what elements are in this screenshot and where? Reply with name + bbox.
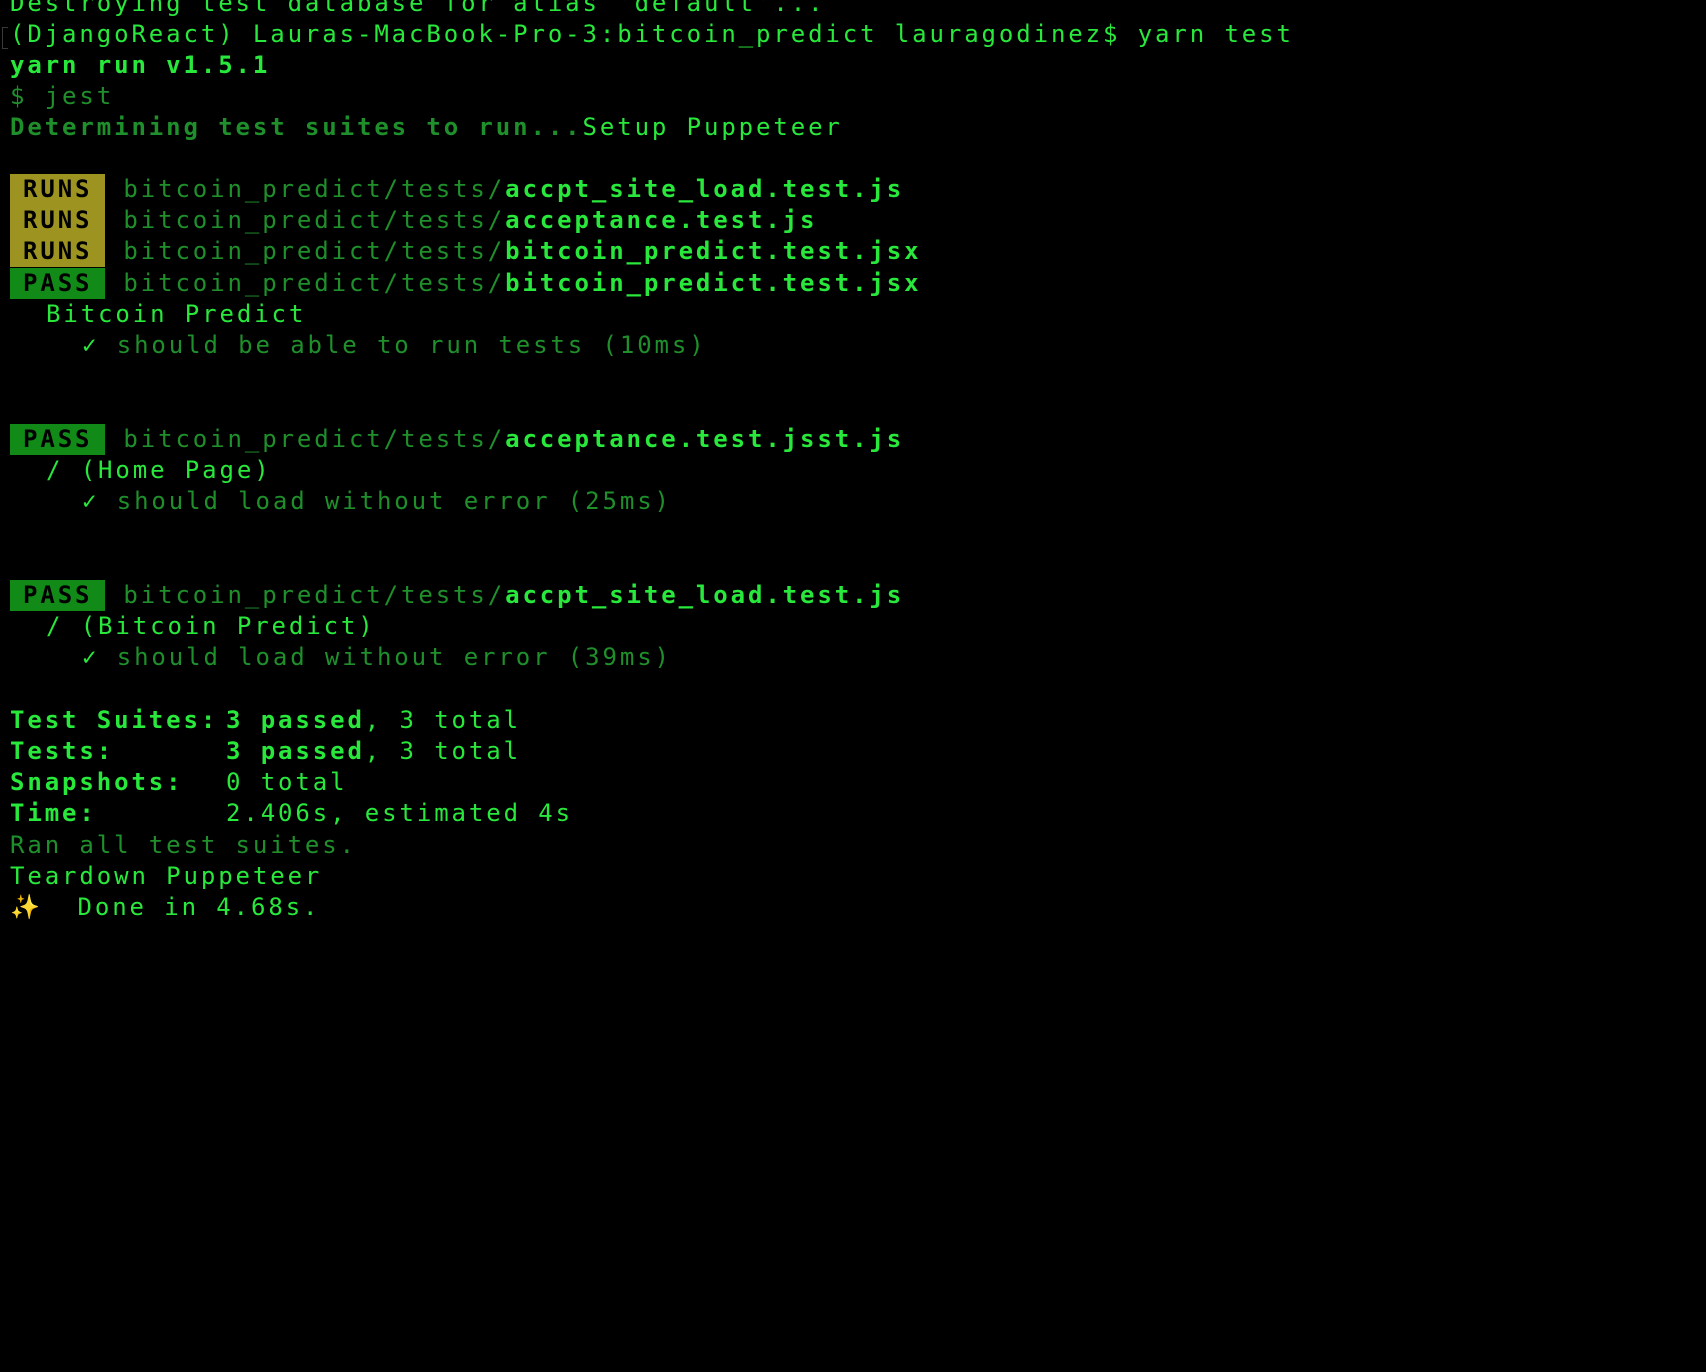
determining-line: Determining test suites to run...Setup P… — [10, 110, 843, 144]
summary-passed: 3 passed — [226, 706, 365, 734]
summary-total: , 3 total — [364, 706, 521, 734]
summary-snapshots-line: Snapshots: 0 total — [10, 765, 347, 799]
summary-label: Time: — [10, 799, 97, 827]
terminal-window[interactable]: Destroying test database for alias 'defa… — [0, 0, 1706, 1008]
yarn-version-text: yarn run v1.5.1 — [10, 51, 271, 79]
test-case-text: should load without error (25ms) — [116, 487, 672, 515]
summary-passed: 3 passed — [226, 737, 365, 765]
setup-text: Setup Puppeteer — [582, 113, 843, 141]
describe-text: / (Bitcoin Predict) — [46, 612, 376, 640]
checkmark-icon: ✓ — [82, 643, 100, 671]
test-file-name: accpt_site_load.test.js — [505, 175, 905, 203]
pass-badge: PASS — [10, 580, 106, 611]
command-prompt-line: (DjangoReact) Lauras-MacBook-Pro-3:bitco… — [10, 17, 1294, 51]
determining-text: Determining test suites to run... — [10, 113, 583, 141]
describe-line: / (Home Page) — [10, 453, 272, 487]
runs-line: RUNS bitcoin_predict/tests/bitcoin_predic… — [10, 234, 921, 268]
summary-time-line: Time: 2.406s, estimated 4s — [10, 796, 573, 830]
describe-text: / (Home Page) — [46, 456, 272, 484]
mark-bracket-icon — [2, 27, 8, 49]
teardown-line: Teardown Puppeteer — [10, 859, 322, 893]
summary-label: Test Suites: — [10, 706, 219, 734]
jest-command-text: $ jest — [10, 82, 115, 110]
summary-suites-line: Test Suites: 3 passed, 3 total — [10, 703, 521, 737]
runs-badge: RUNS — [10, 205, 106, 236]
path-prefix: bitcoin_predict/tests/ — [123, 269, 506, 297]
path-prefix: bitcoin_predict/tests/ — [123, 175, 506, 203]
runs-badge: RUNS — [10, 174, 106, 205]
yarn-version-line: yarn run v1.5.1 — [10, 48, 270, 82]
destroying-text: Destroying test database for alias 'defa… — [10, 0, 826, 17]
path-prefix: bitcoin_predict/tests/ — [123, 425, 506, 453]
test-file-name: bitcoin_predict.test.jsx — [505, 237, 922, 265]
summary-label: Snapshots: — [10, 768, 184, 796]
summary-tests-line: Tests: 3 passed, 3 total — [10, 734, 521, 768]
test-case-text: should be able to run tests (10ms) — [116, 331, 707, 359]
path-prefix: bitcoin_predict/tests/ — [123, 581, 506, 609]
done-text: Done in 4.68s. — [77, 893, 321, 921]
teardown-text: Teardown Puppeteer — [10, 862, 323, 890]
test-case-line: ✓ should load without error (39ms) — [10, 640, 672, 674]
test-file-name: acceptance.test.js — [505, 206, 818, 234]
done-line: ✨ Done in 4.68s. — [10, 890, 320, 924]
test-file-name: accpt_site_load.test.js — [505, 581, 905, 609]
checkmark-icon: ✓ — [82, 487, 100, 515]
describe-text: Bitcoin Predict — [46, 300, 307, 328]
summary-value: 0 total — [226, 768, 348, 796]
pass-badge: PASS — [10, 268, 106, 299]
describe-line: Bitcoin Predict — [10, 297, 306, 331]
runs-line: RUNS bitcoin_predict/tests/acceptance.tes… — [10, 203, 817, 237]
runs-badge: RUNS — [10, 236, 106, 267]
describe-line: / (Bitcoin Predict) — [10, 609, 376, 643]
sparkles-icon: ✨ — [10, 893, 43, 921]
test-file-name: bitcoin_predict.test.jsx — [505, 269, 922, 297]
path-prefix: bitcoin_predict/tests/ — [123, 237, 506, 265]
summary-total: , 3 total — [364, 737, 521, 765]
test-case-line: ✓ should be able to run tests (10ms) — [10, 328, 707, 362]
test-case-text: should load without error (39ms) — [116, 643, 672, 671]
summary-value: 2.406s, estimated 4s — [226, 799, 573, 827]
test-case-line: ✓ should load without error (25ms) — [10, 484, 672, 518]
prompt-text: (DjangoReact) Lauras-MacBook-Pro-3:bitco… — [10, 20, 1294, 48]
pass-line: PASS bitcoin_predict/tests/accpt_site_loa… — [10, 578, 904, 612]
pass-line: PASS bitcoin_predict/tests/acceptance.tes… — [10, 422, 904, 456]
checkmark-icon: ✓ — [82, 331, 100, 359]
pass-line: PASS bitcoin_predict/tests/bitcoin_predic… — [10, 266, 921, 300]
pass-badge: PASS — [10, 424, 106, 455]
path-prefix: bitcoin_predict/tests/ — [123, 206, 506, 234]
test-file-name: acceptance.test.jsst.js — [505, 425, 905, 453]
runs-line: RUNS bitcoin_predict/tests/accpt_site_loa… — [10, 172, 904, 206]
ran-all-line: Ran all test suites. — [10, 828, 357, 862]
summary-label: Tests: — [10, 737, 115, 765]
jest-command-line: $ jest — [10, 79, 114, 113]
ran-all-text: Ran all test suites. — [10, 831, 357, 859]
